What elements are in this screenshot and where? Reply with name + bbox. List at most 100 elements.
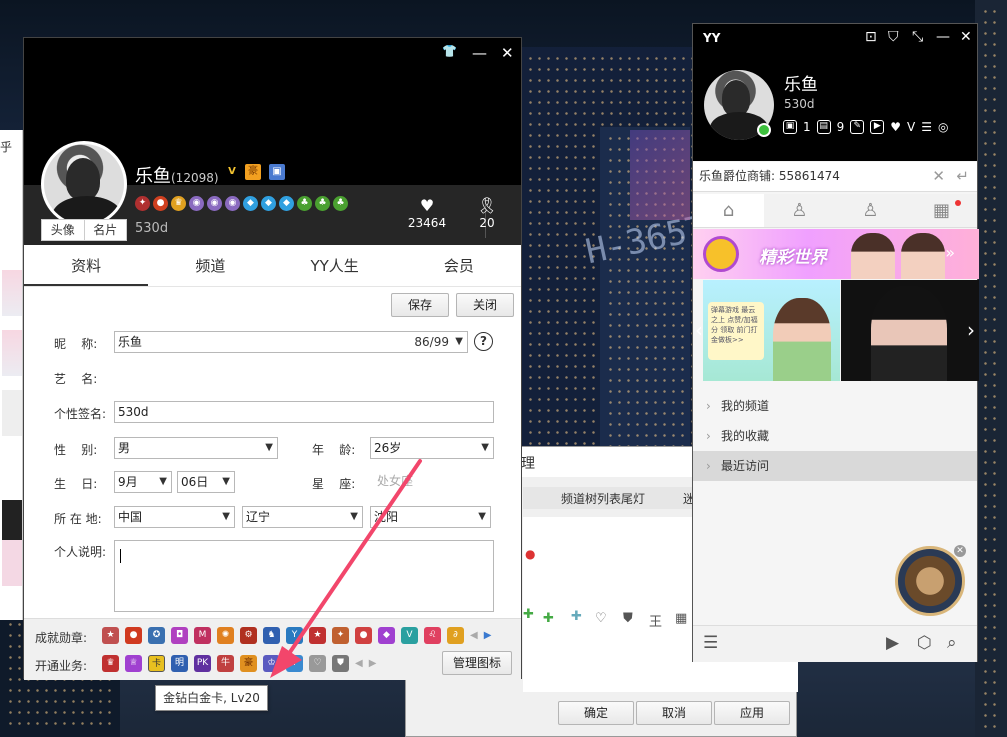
next-arrow-icon[interactable]: ▶ (484, 627, 492, 644)
close-form-button[interactable]: 关闭 (456, 293, 514, 317)
settings-icon[interactable]: ⬡ (917, 633, 932, 653)
tab-tail-light[interactable]: 频道树列表尾灯 (561, 490, 645, 507)
heart-icon[interactable]: ♥ (890, 120, 901, 134)
badge-icon[interactable]: ◘ (171, 627, 188, 644)
chevron-down-icon[interactable]: ▼ (222, 472, 230, 492)
close-icon[interactable]: ✕ (954, 545, 966, 557)
clear-icon[interactable]: ✕ (932, 162, 945, 190)
tab-home[interactable]: ⌂ (693, 194, 764, 227)
chevron-down-icon[interactable]: ▼ (159, 472, 167, 492)
badge-icon[interactable]: ✺ (217, 627, 234, 644)
edge-thumb[interactable] (2, 390, 22, 436)
menu-recent-visits[interactable]: 最近访问 (693, 451, 977, 481)
crown-icon[interactable]: ♛ (171, 196, 186, 211)
menu-my-channels[interactable]: 我的频道 (693, 391, 977, 421)
badge-icon[interactable]: 牛 (217, 655, 234, 672)
birth-day-select[interactable]: 06日 ▼ (177, 471, 235, 493)
edge-thumb[interactable] (2, 270, 22, 316)
close-button[interactable]: ✕ (960, 29, 972, 45)
badge-icon[interactable]: 明 (171, 655, 188, 672)
country-select[interactable]: 中国 ▼ (114, 506, 235, 528)
badge-icon[interactable]: ♛ (102, 655, 119, 672)
banner-carousel[interactable]: 弹幕游戏 最云之上 点赞/加福分 领取 前门打金做板>> ‹ › (693, 280, 979, 381)
search-icon[interactable]: ⌕ (947, 633, 957, 653)
shield-icon[interactable]: ⛊ (332, 655, 349, 672)
yy-nickname[interactable]: 乐鱼 (784, 70, 818, 95)
birth-month-select[interactable]: 9月 ▼ (114, 471, 172, 493)
chevron-down-icon[interactable]: ▼ (478, 507, 486, 527)
badge-icon[interactable]: ◆ (378, 627, 395, 644)
gender-select[interactable]: 男 ▼ (114, 437, 278, 459)
shirt-icon[interactable]: ⛉ (888, 29, 899, 45)
gamepad-icon[interactable]: ▣ (783, 120, 797, 134)
prev-arrow-icon[interactable]: ◀ (470, 627, 478, 644)
carousel-next-icon[interactable]: › (967, 318, 975, 342)
badge-icon[interactable]: V (401, 627, 418, 644)
chevron-down-icon[interactable]: ▼ (265, 438, 273, 458)
tab-apps[interactable]: ▦ (906, 194, 977, 227)
noble-icon[interactable]: 豪 (245, 164, 261, 180)
menu-my-favorites[interactable]: 我的收藏 (693, 421, 977, 451)
avatar[interactable] (41, 141, 127, 227)
play-icon[interactable]: ▶ (870, 120, 885, 134)
video-icon[interactable]: ▶ (886, 633, 899, 653)
medal-icon[interactable]: ● (153, 196, 168, 211)
diamond-icon[interactable]: ◆ (279, 196, 294, 211)
gift-icon[interactable]: ▤ (816, 120, 831, 134)
noble-icon[interactable]: 豪 (240, 655, 257, 672)
medal-icon[interactable]: ◉ (225, 196, 240, 211)
bio-textarea[interactable] (114, 540, 494, 612)
heart-icon[interactable]: ♡ (309, 655, 326, 672)
save-button[interactable]: 保存 (391, 293, 449, 317)
online-status-icon[interactable] (757, 123, 771, 137)
carousel-item[interactable] (841, 280, 979, 381)
chevron-down-icon[interactable]: ▼ (481, 438, 489, 458)
badge-icon[interactable]: ★ (102, 627, 119, 644)
diamond-icon[interactable]: ◆ (261, 196, 276, 211)
nickname-field[interactable]: 乐鱼 86/99 ▼ (114, 331, 468, 353)
help-icon[interactable]: ? (474, 332, 493, 351)
tab-info[interactable]: 资料 (24, 247, 149, 286)
more-arrow-icon[interactable]: » (945, 243, 955, 262)
shirt-icon[interactable]: 👕 (442, 44, 457, 58)
badge-icon[interactable]: PK (194, 655, 211, 672)
leaf-icon[interactable]: ♣ (315, 196, 330, 211)
medal-icon[interactable]: ◉ (207, 196, 222, 211)
chevron-down-icon[interactable]: ▼ (350, 507, 358, 527)
badge-icon[interactable]: ✦ (332, 627, 349, 644)
chevron-down-icon[interactable]: ▼ (455, 332, 463, 352)
ok-button[interactable]: 确定 (558, 701, 634, 725)
carousel-prev-icon[interactable]: ‹ (695, 318, 703, 342)
badge-icon[interactable]: Y (286, 627, 303, 644)
eye-icon[interactable]: ◎ (938, 120, 948, 134)
card-icon[interactable]: ▣ (269, 164, 285, 180)
badge-icon[interactable]: ⚙ (240, 627, 257, 644)
age-select[interactable]: 26岁 ▼ (370, 437, 494, 459)
notice-icon[interactable]: ⊡ (865, 29, 877, 45)
signature-field[interactable]: 530d (114, 401, 494, 423)
badge-icon[interactable]: ♔ (263, 655, 280, 672)
minimize-button[interactable]: — (936, 29, 950, 45)
province-select[interactable]: 辽宁 ▼ (242, 506, 363, 528)
badge-icon[interactable]: ♞ (263, 627, 280, 644)
apply-button[interactable]: 应用 (714, 701, 790, 725)
game-badge-icon[interactable]: ✕ (895, 545, 966, 616)
tab-channel[interactable]: 频道 (148, 247, 272, 286)
avatar-tab-card[interactable]: 名片 (83, 220, 127, 240)
badge-icon[interactable]: ♕ (125, 655, 142, 672)
badge-icon[interactable]: Y (286, 655, 303, 672)
menu-icon[interactable]: ☰ (703, 633, 718, 653)
search-bar[interactable]: 乐鱼爵位商铺: 55861474 ✕ ↵ (693, 162, 977, 192)
tab-groups[interactable]: ♙ (835, 194, 906, 227)
platinum-card-icon[interactable]: 卡 (148, 655, 165, 672)
vip-icon[interactable]: V (224, 164, 240, 180)
badge-icon[interactable]: ● (355, 627, 372, 644)
badge-icon[interactable]: ∂ (447, 627, 464, 644)
close-button[interactable]: ✕ (501, 44, 514, 62)
mini-mode-icon[interactable]: ⤡ (912, 29, 923, 45)
vip-icon[interactable]: V (907, 120, 915, 134)
city-select[interactable]: 沈阳 ▼ (370, 506, 491, 528)
tab-member[interactable]: 会员 (397, 247, 521, 286)
badge-icon[interactable]: ♌ (424, 627, 441, 644)
carousel-item[interactable]: 弹幕游戏 最云之上 点赞/加福分 领取 前门打金做板>> (703, 280, 840, 381)
